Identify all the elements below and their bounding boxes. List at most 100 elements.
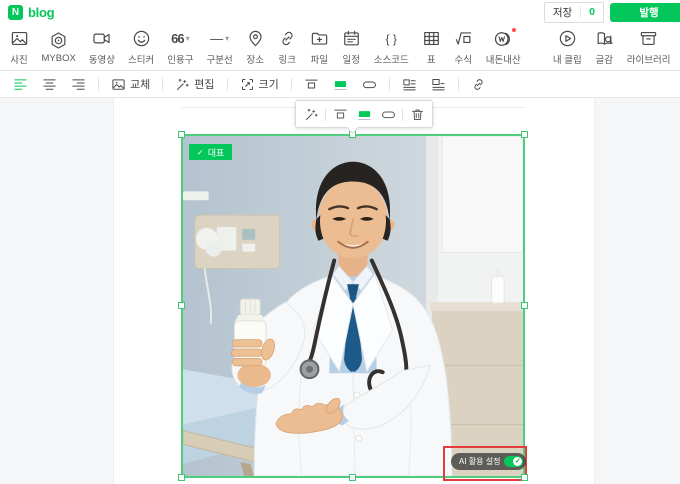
width-document-button-active[interactable] (352, 103, 376, 125)
toggle-knob-check-icon: ✓ (513, 457, 522, 466)
wrap-text-side-icon (402, 77, 417, 92)
width-wide-button[interactable] (355, 77, 384, 92)
check-icon: ✓ (197, 148, 204, 157)
resize-image-button[interactable]: 크기 (233, 76, 286, 92)
toolbar-item-link[interactable]: 링크 (271, 29, 303, 66)
doctor-photo (183, 136, 523, 476)
table-grid-icon (422, 29, 441, 49)
resize-handle-top-right[interactable] (521, 131, 528, 138)
save-button[interactable]: 저장 0 (544, 2, 604, 23)
chevron-down-icon: ▾ (186, 34, 190, 43)
width-small-button[interactable] (297, 77, 326, 92)
resize-handle-bottom-left[interactable] (178, 474, 185, 481)
naver-blog-logo[interactable]: N blog (8, 5, 54, 20)
representative-badge-label: 대표 (208, 146, 225, 159)
replace-image-button[interactable]: 교체 (104, 76, 157, 92)
code-braces-icon: { } (386, 29, 397, 49)
edit-image-button[interactable]: 편집 (168, 76, 221, 92)
toolbar-item-quote[interactable]: 66▾ 인용구 (161, 29, 200, 66)
add-link-button[interactable] (464, 77, 493, 92)
toolbar-item-photo[interactable]: 사진 (3, 29, 35, 66)
toolbar-item-mybox[interactable]: MYBOX (35, 30, 82, 64)
separator (389, 78, 390, 91)
align-right-button[interactable] (64, 77, 93, 92)
separator (402, 108, 403, 121)
separator (291, 78, 292, 91)
main-toolbar-right: 내 클립 글감 라이브러리 (546, 29, 677, 66)
naver-n-logo-icon: N (8, 5, 23, 20)
photo-icon (10, 29, 29, 49)
width-wide-button[interactable] (376, 103, 400, 125)
toolbar-item-video[interactable]: 동영상 (82, 29, 121, 66)
width-wide-icon (362, 77, 377, 92)
resize-handle-middle-left[interactable] (178, 302, 185, 309)
toolbar-item-sticker[interactable]: 스티커 (122, 29, 161, 66)
formula-sqrt-icon (454, 29, 473, 49)
library-box-icon (639, 29, 658, 49)
toolbar-item-divider[interactable]: —▾ 구분선 (200, 29, 239, 66)
quote-icon: 66▾ (171, 29, 189, 49)
ai-usage-setting-toggle[interactable]: AI 활용 설정 ✓ (451, 453, 526, 470)
resize-icon (240, 77, 255, 92)
separator (98, 78, 99, 91)
resize-handle-bottom-middle[interactable] (349, 474, 356, 481)
separator (325, 108, 326, 121)
width-small-button[interactable] (328, 103, 352, 125)
video-camera-icon (92, 29, 111, 49)
my-clip-icon (558, 29, 577, 49)
wrap-text-bottom-button[interactable] (424, 77, 453, 92)
resize-handle-middle-right[interactable] (521, 302, 528, 309)
width-small-icon (304, 77, 319, 92)
mybox-icon (49, 30, 68, 50)
separator (162, 78, 163, 91)
image-toolbar: 교체 편집 크기 (0, 71, 680, 98)
calendar-icon (342, 29, 361, 49)
publish-button[interactable]: 발행 (610, 3, 680, 22)
width-wide-icon (381, 107, 396, 122)
delete-image-button[interactable] (405, 103, 429, 125)
width-document-icon (357, 107, 372, 122)
material-search-icon (595, 29, 614, 49)
main-toolbar: 사진 MYBOX 동영상 스티커 66▾ 인용구 (0, 24, 680, 71)
save-count[interactable]: 0 (580, 6, 603, 18)
width-document-button[interactable] (326, 77, 355, 92)
align-center-button[interactable] (35, 77, 64, 92)
resize-handle-top-left[interactable] (178, 131, 185, 138)
align-center-icon (42, 77, 57, 92)
toolbar-item-my-clip[interactable]: 내 클립 (546, 29, 588, 66)
width-document-icon (333, 77, 348, 92)
wrap-text-side-button[interactable] (395, 77, 424, 92)
selected-image-doctor[interactable]: ✓ 대표 AI 활용 설정 ✓ (181, 134, 525, 478)
toolbar-item-material[interactable]: 글감 (588, 29, 620, 66)
ai-usage-setting-label: AI 활용 설정 (459, 456, 500, 467)
file-folder-icon (310, 29, 329, 49)
header-actions: 저장 0 발행 (544, 2, 672, 23)
toolbar-item-file[interactable]: 파일 (303, 29, 335, 66)
toolbar-item-table[interactable]: 표 (415, 29, 447, 66)
toolbar-item-formula[interactable]: 수식 (447, 29, 479, 66)
document-page[interactable]: ✓ 대표 AI 활용 설정 ✓ (113, 98, 595, 484)
header: N blog 저장 0 발행 (0, 0, 680, 24)
save-label: 저장 (545, 5, 580, 20)
toolbar-item-schedule[interactable]: 일정 (335, 29, 367, 66)
representative-badge[interactable]: ✓ 대표 (189, 144, 232, 160)
trash-icon (410, 107, 425, 122)
toolbar-item-library[interactable]: 라이브러리 (620, 29, 677, 66)
link-chain-icon (471, 77, 486, 92)
place-pin-icon (246, 29, 265, 49)
separator (227, 78, 228, 91)
resize-handle-bottom-right[interactable] (521, 474, 528, 481)
toolbar-item-place[interactable]: 장소 (239, 29, 271, 66)
toggle-on-icon[interactable]: ✓ (504, 456, 523, 467)
toolbar-item-sourcecode[interactable]: { } 소스코드 (367, 29, 415, 66)
naedonnaesan-icon (493, 29, 513, 49)
magic-wand-icon (304, 107, 319, 122)
magic-wand-icon (175, 77, 190, 92)
new-badge-dot (512, 28, 516, 32)
divider-line-icon: —▾ (210, 29, 229, 49)
align-left-icon (13, 77, 28, 92)
align-left-button[interactable] (6, 77, 35, 92)
toolbar-item-naedonnaesan[interactable]: 내돈내산 (479, 29, 527, 66)
naver-blog-editor: N blog 저장 0 발행 사진 MYBOX (0, 0, 680, 484)
edit-wand-button[interactable] (299, 103, 323, 125)
